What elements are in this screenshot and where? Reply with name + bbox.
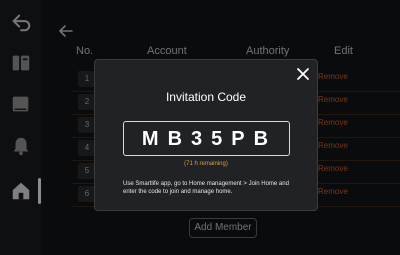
dialog-title: Invitation Code bbox=[165, 90, 247, 104]
join-instructions: Use Smartlife app, go to Home management… bbox=[123, 181, 289, 195]
close-icon[interactable] bbox=[295, 66, 311, 82]
invitation-code: MB35PB bbox=[141, 128, 278, 150]
invitation-code-box: MB35PB bbox=[123, 121, 290, 156]
app-screen: No. Account Authority Edit 1 Remove 2 Re… bbox=[0, 0, 400, 255]
invitation-code-dialog: Invitation Code MB35PB (71 h remaining) … bbox=[94, 59, 318, 211]
time-remaining: (71 h remaining) bbox=[184, 161, 228, 167]
